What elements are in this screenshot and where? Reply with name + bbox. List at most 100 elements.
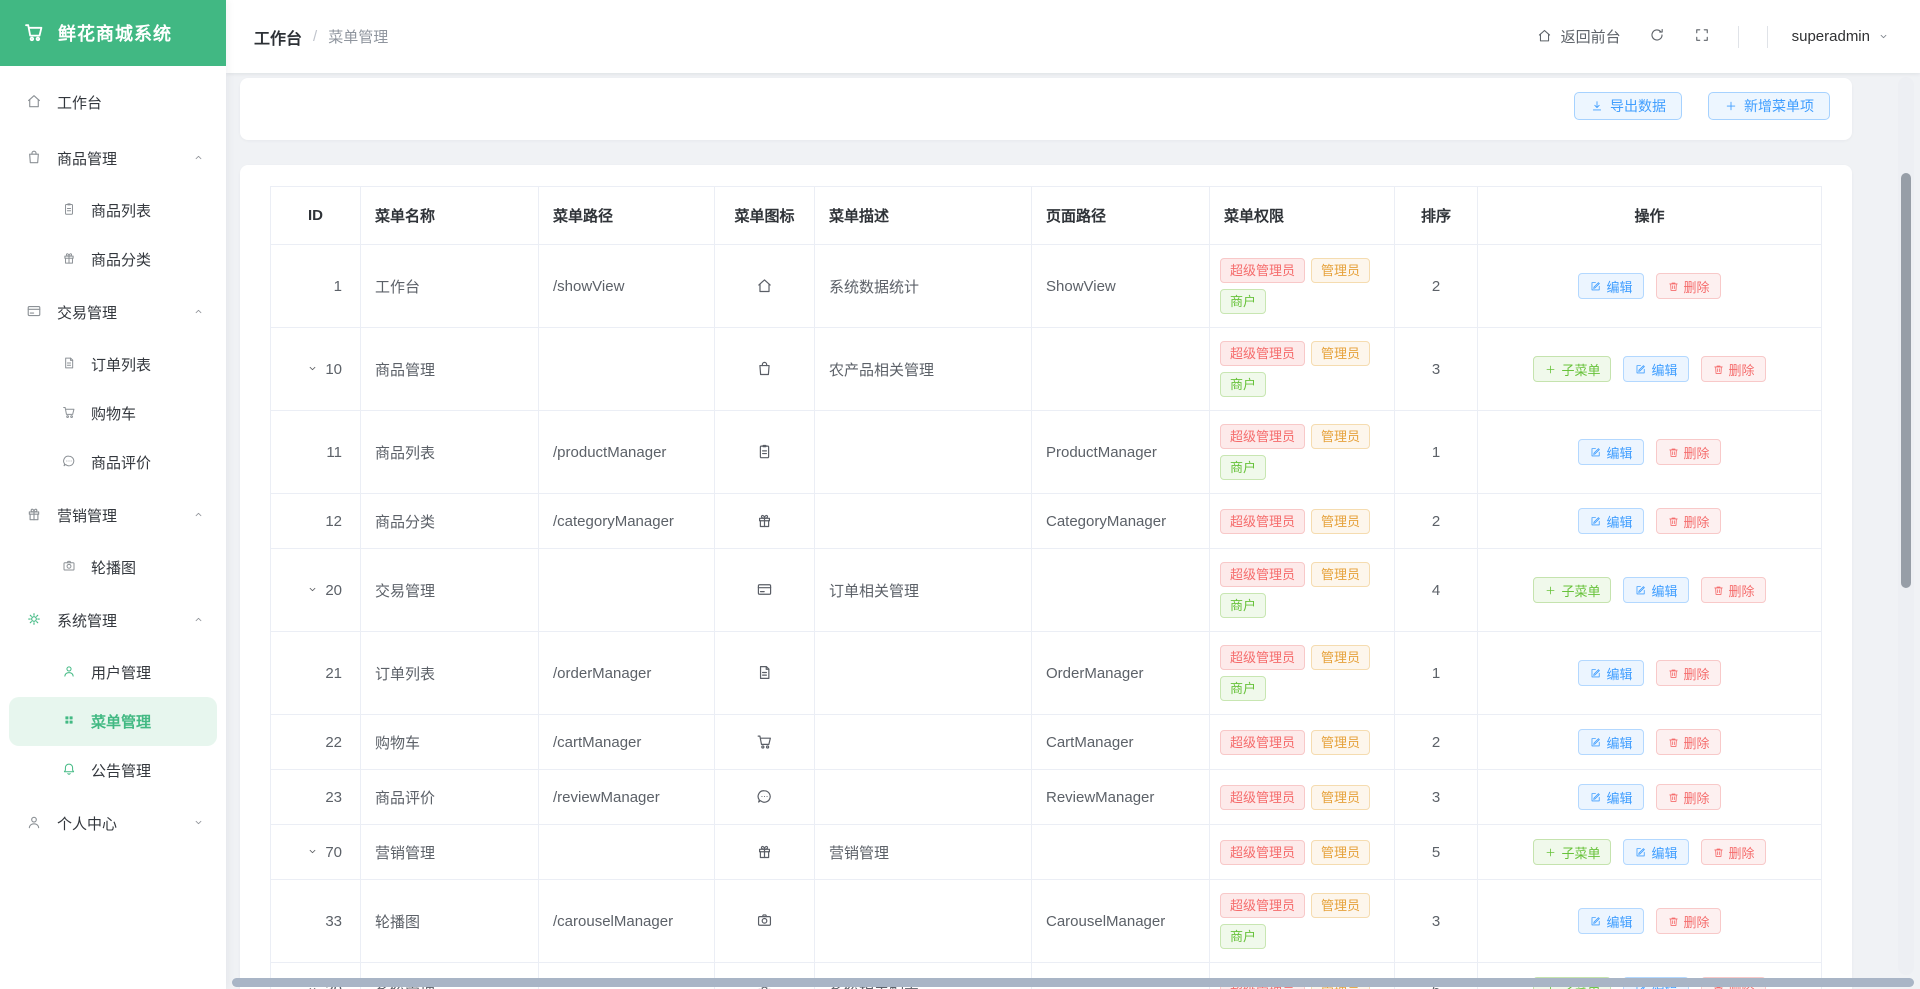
chevron-up-icon bbox=[195, 617, 202, 622]
delete-button[interactable]: 删除 bbox=[1655, 908, 1721, 934]
back-to-front-button[interactable]: 返回前台 bbox=[1536, 26, 1621, 47]
sidebar-item-product-review[interactable]: 商品评价 bbox=[9, 438, 217, 487]
plus-icon bbox=[1547, 365, 1555, 373]
edit-icon bbox=[1592, 281, 1601, 290]
home-icon bbox=[28, 94, 40, 107]
chevron-up-icon bbox=[192, 508, 205, 523]
cell-actions: 编辑 删除 bbox=[1477, 631, 1822, 715]
toolbar-buttons: 导出数据 新增菜单项 bbox=[1574, 92, 1830, 120]
edit-button[interactable]: 编辑 bbox=[1623, 356, 1689, 382]
delete-button[interactable]: 删除 bbox=[1655, 508, 1721, 534]
cell-id: 33 bbox=[270, 879, 361, 963]
delete-button[interactable]: 删除 bbox=[1655, 729, 1721, 755]
cell-menu-path: /carouselManager bbox=[538, 879, 715, 963]
vertical-scrollbar-thumb[interactable] bbox=[1901, 173, 1911, 588]
trash-icon bbox=[1713, 848, 1723, 857]
cell-actions: 编辑 删除 bbox=[1477, 714, 1822, 770]
export-data-button[interactable]: 导出数据 bbox=[1574, 92, 1682, 120]
sidebar-item-order-list[interactable]: 订单列表 bbox=[9, 340, 217, 389]
delete-button[interactable]: 删除 bbox=[1655, 784, 1721, 810]
edit-button[interactable]: 编辑 bbox=[1623, 839, 1689, 865]
sidebar-item-marketing-manage[interactable]: 营销管理 bbox=[9, 487, 217, 543]
child-button[interactable]: 子菜单 bbox=[1533, 577, 1612, 603]
bag-icon bbox=[29, 150, 39, 163]
horizontal-scrollbar-thumb[interactable] bbox=[232, 978, 1914, 987]
cell-permissions: 超级管理员 管理员商户 bbox=[1209, 548, 1395, 632]
cell-menu-name: 商品评价 bbox=[360, 769, 539, 825]
cell-actions: 子菜单编辑删除 bbox=[1477, 824, 1822, 880]
sidebar-item-product-manage[interactable]: 商品管理 bbox=[9, 130, 217, 186]
sidebar-item-label: 订单列表 bbox=[91, 357, 152, 374]
cell-id: 22 bbox=[270, 714, 361, 770]
sidebar-item-trade-manage[interactable]: 交易管理 bbox=[9, 284, 217, 340]
cell-menu-icon bbox=[714, 548, 815, 632]
trash-icon bbox=[1668, 793, 1678, 802]
expand-row-icon[interactable] bbox=[306, 362, 319, 377]
sidebar-item-carousel[interactable]: 轮播图 bbox=[9, 543, 217, 592]
cell-menu-path bbox=[538, 327, 715, 411]
delete-button[interactable]: 删除 bbox=[1655, 273, 1721, 299]
delete-button[interactable]: 删除 bbox=[1655, 660, 1721, 686]
cell-permissions: 超级管理员 管理员商户 bbox=[1209, 631, 1395, 715]
gift-icon bbox=[28, 508, 40, 520]
sidebar-item-system-manage[interactable]: 系统管理 bbox=[9, 592, 217, 648]
card-icon bbox=[757, 583, 772, 595]
cell-menu-path: /cartManager bbox=[538, 714, 715, 770]
cell-menu-desc: 农产品相关管理 bbox=[814, 327, 1032, 411]
edit-button[interactable]: 编辑 bbox=[1578, 908, 1644, 934]
delete-button[interactable]: 删除 bbox=[1700, 356, 1766, 382]
sidebar-item-label: 工作台 bbox=[57, 94, 103, 112]
cell-menu-path: /showView bbox=[538, 244, 715, 328]
cell-menu-desc bbox=[814, 714, 1032, 770]
sidebar-item-product-category[interactable]: 商品分类 bbox=[9, 235, 217, 284]
cell-menu-desc bbox=[814, 769, 1032, 825]
sidebar-item-notice-manage[interactable]: 公告管理 bbox=[9, 746, 217, 795]
cell-menu-name: 营销管理 bbox=[360, 824, 539, 880]
sidebar-item-product-list[interactable]: 商品列表 bbox=[9, 186, 217, 235]
sidebar-item-menu-manage[interactable]: 菜单管理 bbox=[9, 697, 217, 746]
perm-tag-merchant: 商户 bbox=[1220, 593, 1267, 618]
sidebar-item-label: 菜单管理 bbox=[91, 714, 152, 731]
edit-button[interactable]: 编辑 bbox=[1623, 577, 1689, 603]
expand-row-icon[interactable] bbox=[306, 583, 319, 598]
cell-menu-icon bbox=[714, 410, 815, 494]
child-button[interactable]: 子菜单 bbox=[1533, 356, 1612, 382]
sidebar-item-profile[interactable]: 个人中心 bbox=[9, 795, 217, 851]
header-actions: 返回前台 superadmin bbox=[1536, 25, 1890, 48]
plus-icon bbox=[1547, 848, 1555, 856]
cart-icon bbox=[63, 406, 75, 418]
delete-button[interactable]: 删除 bbox=[1655, 439, 1721, 465]
delete-button[interactable]: 删除 bbox=[1700, 577, 1766, 603]
edit-button[interactable]: 编辑 bbox=[1578, 508, 1644, 534]
fullscreen-button[interactable] bbox=[1693, 26, 1711, 47]
cell-id: 70 bbox=[270, 824, 361, 880]
chevron-down-icon bbox=[309, 849, 316, 854]
cell-menu-desc bbox=[814, 879, 1032, 963]
sidebar-item-label: 营销管理 bbox=[57, 507, 118, 525]
sidebar-item-user-manage[interactable]: 用户管理 bbox=[9, 648, 217, 697]
child-button[interactable]: 子菜单 bbox=[1533, 839, 1612, 865]
cell-sort: 3 bbox=[1394, 879, 1478, 963]
edit-button[interactable]: 编辑 bbox=[1578, 439, 1644, 465]
cell-menu-desc: 订单相关管理 bbox=[814, 548, 1032, 632]
edit-button[interactable]: 编辑 bbox=[1578, 273, 1644, 299]
breadcrumb-workbench[interactable]: 工作台 bbox=[254, 25, 302, 49]
sidebar: 鲜花商城系统 工作台 商品管理 商品列表 商品分类 交易管理 订单列表 购物车 商品评价 营销管… bbox=[0, 0, 226, 989]
add-menu-item-button[interactable]: 新增菜单项 bbox=[1708, 92, 1830, 120]
edit-button[interactable]: 编辑 bbox=[1578, 660, 1644, 686]
cell-id: 23 bbox=[270, 769, 361, 825]
delete-button[interactable]: 删除 bbox=[1700, 839, 1766, 865]
bell-icon bbox=[63, 763, 75, 775]
edit-button[interactable]: 编辑 bbox=[1578, 729, 1644, 755]
sidebar-item-cart[interactable]: 购物车 bbox=[9, 389, 217, 438]
sidebar-item-workbench[interactable]: 工作台 bbox=[9, 74, 217, 130]
user-dropdown[interactable]: superadmin bbox=[1792, 28, 1890, 45]
perm-tag-super: 超级管理员 bbox=[1220, 258, 1306, 283]
cell-menu-icon bbox=[714, 769, 815, 825]
refresh-button[interactable] bbox=[1648, 26, 1666, 47]
expand-row-icon[interactable] bbox=[306, 845, 319, 860]
document-icon bbox=[759, 665, 770, 679]
edit-button[interactable]: 编辑 bbox=[1578, 784, 1644, 810]
sidebar-menu: 工作台商品管理 商品列表 商品分类 交易管理订单列表购物车 商品评价营销管理轮播图 系统管… bbox=[0, 66, 226, 851]
cell-menu-path: /orderManager bbox=[538, 631, 715, 715]
